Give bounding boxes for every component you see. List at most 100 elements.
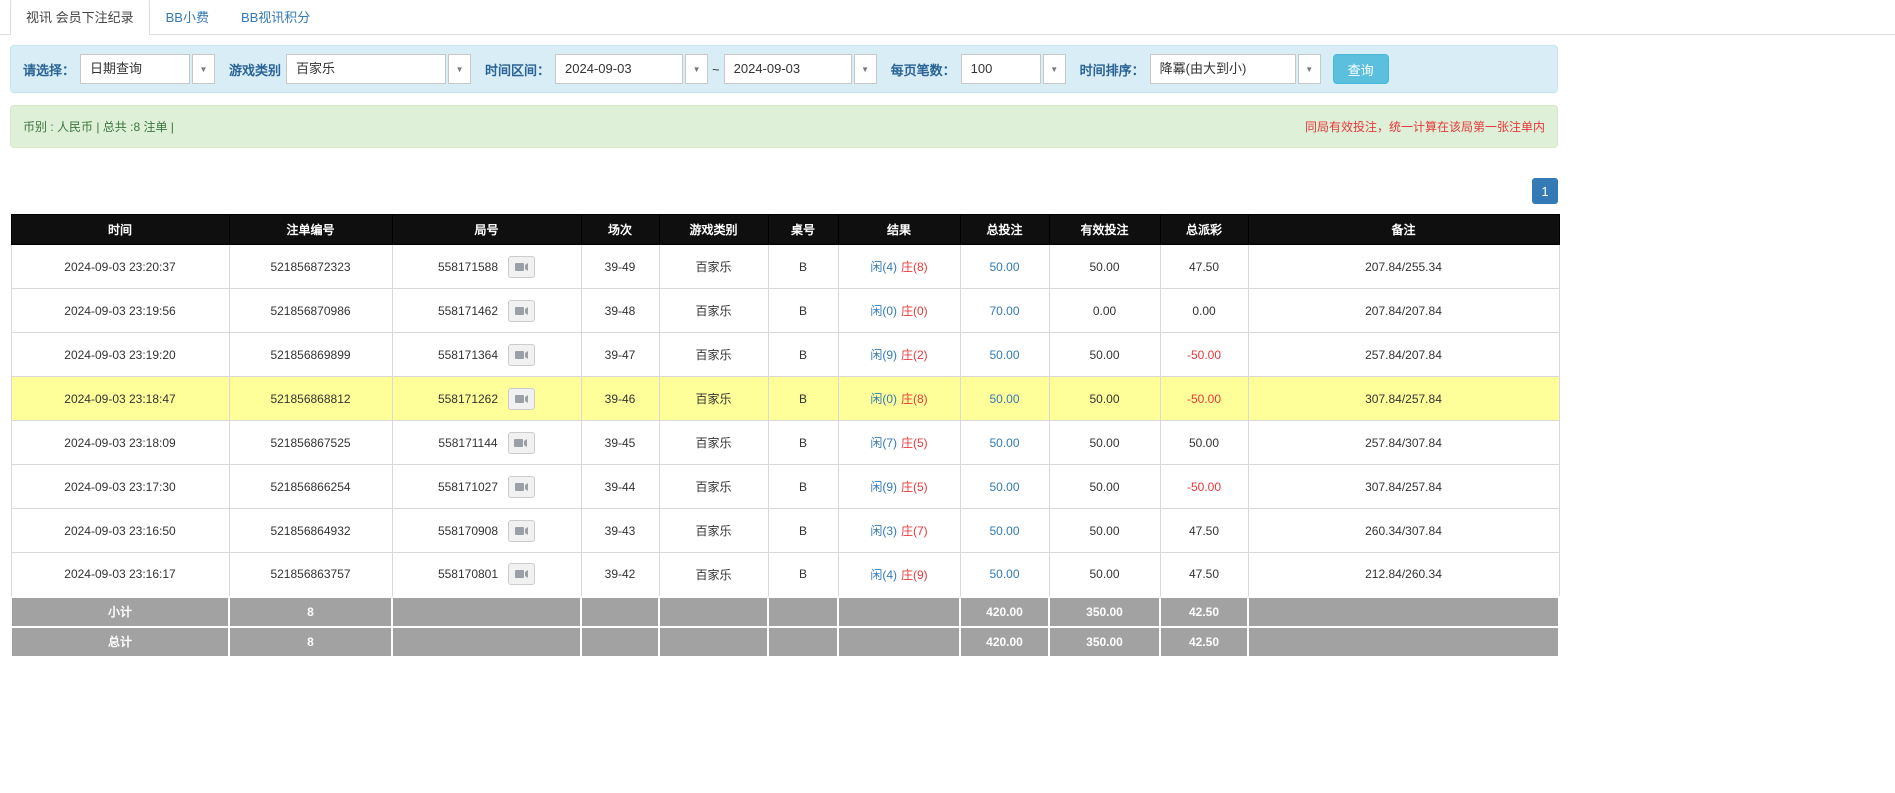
cell-table-no: B: [768, 245, 838, 289]
cell-total-bet-link[interactable]: 50.00: [960, 377, 1049, 421]
cell-valid-bet: 50.00: [1049, 421, 1160, 465]
date-to-value[interactable]: 2024-09-03: [724, 54, 852, 84]
cell-note: 307.84/257.84: [1248, 377, 1559, 421]
cell-round: 558170908: [392, 509, 581, 553]
query-type-select[interactable]: 日期查询: [80, 54, 215, 84]
game-type-value[interactable]: 百家乐: [286, 54, 446, 84]
cell-empty: [392, 597, 581, 627]
video-replay-icon[interactable]: [508, 300, 535, 322]
page-1-button[interactable]: 1: [1532, 178, 1558, 204]
column-header-game-type: 游戏类别: [659, 215, 768, 245]
round-number: 558170801: [438, 567, 498, 581]
cell-table-no: B: [768, 377, 838, 421]
result-player: 闲(9): [870, 348, 897, 362]
cell-session: 39-45: [581, 421, 659, 465]
video-replay-icon[interactable]: [508, 432, 535, 454]
round-number: 558171027: [438, 480, 498, 494]
currency-total-text: 币别 : 人民币 | 总共 :8 注单 |: [23, 118, 174, 135]
date-to-select[interactable]: 2024-09-03: [724, 54, 877, 84]
search-button[interactable]: 查询: [1333, 54, 1389, 84]
result-player: 闲(0): [870, 392, 897, 406]
cell-valid-bet: 50.00: [1049, 553, 1160, 597]
video-replay-icon[interactable]: [508, 563, 535, 585]
cell-total-bet-link[interactable]: 70.00: [960, 289, 1049, 333]
cell-round: 558171027: [392, 465, 581, 509]
cell-payout: -50.00: [1160, 333, 1248, 377]
cell-total-bet-link[interactable]: 50.00: [960, 245, 1049, 289]
cell-empty: [838, 597, 960, 627]
chevron-down-icon[interactable]: [1043, 54, 1066, 84]
summary-bar: 币别 : 人民币 | 总共 :8 注单 | 同局有效投注，统一计算在该局第一张注…: [10, 105, 1558, 148]
cell-valid-bet: 50.00: [1049, 245, 1160, 289]
cell-total-bet-link[interactable]: 50.00: [960, 333, 1049, 377]
column-header-payout: 总派彩: [1160, 215, 1248, 245]
cell-session: 39-42: [581, 553, 659, 597]
cell-session: 39-43: [581, 509, 659, 553]
chevron-down-icon[interactable]: [448, 54, 471, 84]
cell-bet-id: 521856867525: [229, 421, 392, 465]
video-replay-icon[interactable]: [508, 388, 535, 410]
cell-time: 2024-09-03 23:19:56: [11, 289, 229, 333]
cell-empty: [392, 627, 581, 657]
video-replay-icon[interactable]: [508, 344, 535, 366]
cell-time: 2024-09-03 23:17:30: [11, 465, 229, 509]
cell-round: 558171262: [392, 377, 581, 421]
cell-empty: [581, 627, 659, 657]
cell-round: 558171364: [392, 333, 581, 377]
chevron-down-icon[interactable]: [192, 54, 215, 84]
column-header-bet-id: 注单编号: [229, 215, 392, 245]
sort-order-value[interactable]: 降冪(由大到小): [1150, 54, 1296, 84]
subtotal-row: 小计 8 420.00 350.00 42.50: [11, 597, 1559, 627]
filter-bar: 请选择： 日期查询 游戏类别 百家乐 时间区间： 2024-09-03 ~ 20…: [10, 45, 1558, 93]
round-number: 558170908: [438, 524, 498, 538]
date-from-value[interactable]: 2024-09-03: [555, 54, 683, 84]
cell-empty: [659, 597, 768, 627]
video-replay-icon[interactable]: [508, 256, 535, 278]
cell-round: 558171588: [392, 245, 581, 289]
cell-total-bet-link[interactable]: 50.00: [960, 553, 1049, 597]
column-header-session: 场次: [581, 215, 659, 245]
tab-bb-video-points[interactable]: BB视讯积分: [225, 0, 326, 35]
cell-note: 212.84/260.34: [1248, 553, 1559, 597]
chevron-down-icon[interactable]: [685, 54, 708, 84]
video-replay-icon[interactable]: [508, 476, 535, 498]
result-player: 闲(3): [870, 524, 897, 538]
column-header-total-bet: 总投注: [960, 215, 1049, 245]
tab-video-bet-records[interactable]: 视讯 会员下注纪录: [10, 0, 150, 35]
cell-total-bet-link[interactable]: 50.00: [960, 509, 1049, 553]
game-type-select[interactable]: 百家乐: [286, 54, 471, 84]
page-size-value[interactable]: 100: [961, 54, 1041, 84]
sort-order-label: 时间排序：: [1080, 60, 1145, 79]
total-valid-bet: 350.00: [1049, 627, 1160, 657]
video-replay-icon[interactable]: [508, 520, 535, 542]
cell-total-bet-link[interactable]: 50.00: [960, 421, 1049, 465]
cell-session: 39-44: [581, 465, 659, 509]
cell-note: 207.84/255.34: [1248, 245, 1559, 289]
result-banker: 庄(9): [901, 568, 928, 582]
cell-table-no: B: [768, 289, 838, 333]
tab-bb-tips[interactable]: BB小费: [150, 0, 225, 35]
pagination: 1: [10, 178, 1558, 204]
page-size-select[interactable]: 100: [961, 54, 1066, 84]
column-header-table-no: 桌号: [768, 215, 838, 245]
result-banker: 庄(7): [901, 524, 928, 538]
result-player: 闲(0): [870, 304, 897, 318]
result-player: 闲(4): [870, 260, 897, 274]
cell-total-bet-link[interactable]: 50.00: [960, 465, 1049, 509]
cell-empty: [659, 627, 768, 657]
cell-result: 闲(0)庄(0): [838, 289, 960, 333]
cell-valid-bet: 0.00: [1049, 289, 1160, 333]
cell-bet-id: 521856868812: [229, 377, 392, 421]
query-type-value[interactable]: 日期查询: [80, 54, 190, 84]
cell-game-type: 百家乐: [659, 377, 768, 421]
cell-empty: [1248, 627, 1559, 657]
column-header-result: 结果: [838, 215, 960, 245]
date-from-select[interactable]: 2024-09-03: [555, 54, 708, 84]
chevron-down-icon[interactable]: [1298, 54, 1321, 84]
sort-order-select[interactable]: 降冪(由大到小): [1150, 54, 1321, 84]
cell-game-type: 百家乐: [659, 245, 768, 289]
cell-time: 2024-09-03 23:18:47: [11, 377, 229, 421]
chevron-down-icon[interactable]: [854, 54, 877, 84]
cell-note: 257.84/207.84: [1248, 333, 1559, 377]
cell-bet-id: 521856866254: [229, 465, 392, 509]
